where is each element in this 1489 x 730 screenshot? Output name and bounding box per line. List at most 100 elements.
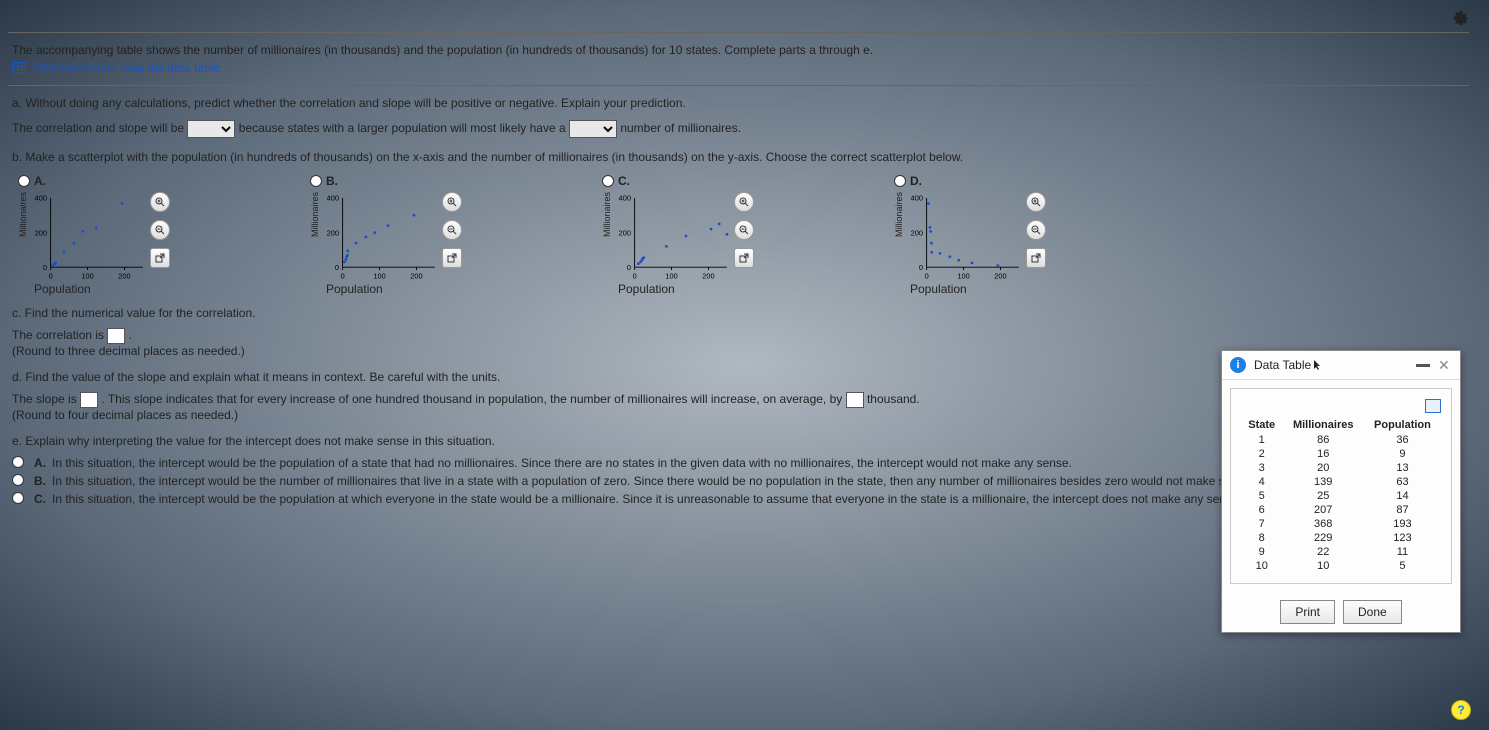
cell-state: 1 — [1241, 433, 1282, 447]
cell-state: 9 — [1241, 545, 1282, 559]
option-e-b-radio[interactable] — [12, 474, 24, 486]
svg-text:200: 200 — [327, 228, 339, 237]
option-B-label: B. — [326, 174, 338, 188]
cursor-icon — [1313, 359, 1325, 371]
table-row: 2169 — [1241, 447, 1441, 461]
y-axis-label: Millionaires — [602, 192, 612, 237]
table-row: 32013 — [1241, 461, 1441, 475]
svg-text:200: 200 — [702, 271, 714, 280]
cell-mill: 368 — [1282, 517, 1363, 531]
info-icon: i — [1230, 357, 1246, 373]
table-row: 413963 — [1241, 475, 1441, 489]
option-B-radio[interactable] — [310, 175, 322, 187]
y-axis-label: Millionaires — [894, 192, 904, 237]
option-D-radio[interactable] — [894, 175, 906, 187]
scatterplot-D: 400 200 0 0 100 200 — [910, 192, 1020, 282]
svg-text:100: 100 — [373, 271, 385, 280]
part-a-s1: The correlation and slope will be — [12, 121, 184, 135]
svg-text:200: 200 — [911, 228, 923, 237]
col-state: State — [1241, 417, 1282, 433]
cell-mill: 22 — [1282, 545, 1363, 559]
option-e-b-text: In this situation, the intercept would b… — [52, 474, 1254, 488]
table-row: 18636 — [1241, 433, 1441, 447]
table-icon — [12, 62, 26, 74]
part-d-s3: thousand. — [867, 392, 920, 406]
part-d-s1: The slope is — [12, 392, 77, 406]
slope-input[interactable] — [80, 392, 98, 408]
print-button[interactable]: Print — [1280, 600, 1335, 624]
data-table-link[interactable]: Click the icon to view the data table. — [12, 57, 1465, 75]
cell-pop: 9 — [1364, 447, 1441, 461]
option-e-a-label: A. — [34, 456, 46, 470]
option-D-label: D. — [910, 174, 922, 188]
svg-text:100: 100 — [665, 271, 677, 280]
cell-pop: 193 — [1364, 517, 1441, 531]
popup-title: Data Table — [1254, 358, 1311, 372]
option-C-radio[interactable] — [602, 175, 614, 187]
cell-pop: 36 — [1364, 433, 1441, 447]
part-a-prompt: a. Without doing any calculations, predi… — [12, 96, 1465, 110]
option-C-label: C. — [618, 174, 630, 188]
cell-state: 10 — [1241, 559, 1282, 573]
cell-mill: 207 — [1282, 503, 1363, 517]
svg-text:0: 0 — [49, 271, 53, 280]
option-e-a-text: In this situation, the intercept would b… — [52, 456, 1072, 470]
svg-text:200: 200 — [619, 228, 631, 237]
table-row: 7368193 — [1241, 517, 1441, 531]
cell-mill: 86 — [1282, 433, 1363, 447]
part-c-prompt: c. Find the numerical value for the corr… — [12, 306, 1465, 320]
option-e-c-radio[interactable] — [12, 492, 24, 504]
svg-text:0: 0 — [925, 271, 929, 280]
cell-pop: 87 — [1364, 503, 1441, 517]
part-b-prompt: b. Make a scatterplot with the populatio… — [12, 150, 1465, 164]
scatterplot-B: 400 200 0 0 100 200 — [326, 192, 436, 282]
svg-text:400: 400 — [911, 194, 923, 203]
cell-state: 2 — [1241, 447, 1282, 461]
cell-mill: 25 — [1282, 489, 1363, 503]
table-row: 8229123 — [1241, 531, 1441, 545]
svg-text:200: 200 — [35, 228, 47, 237]
svg-text:0: 0 — [335, 263, 339, 272]
cell-pop: 5 — [1364, 559, 1441, 573]
svg-text:100: 100 — [81, 271, 93, 280]
svg-text:0: 0 — [919, 263, 923, 272]
svg-text:400: 400 — [619, 194, 631, 203]
cell-mill: 10 — [1282, 559, 1363, 573]
svg-text:0: 0 — [627, 263, 631, 272]
cell-state: 8 — [1241, 531, 1282, 545]
part-a-s3: number of millionaires. — [620, 121, 741, 135]
done-button[interactable]: Done — [1343, 600, 1402, 624]
option-e-a-radio[interactable] — [12, 456, 24, 468]
table-row: 620787 — [1241, 503, 1441, 517]
correlation-sign-select[interactable] — [187, 120, 235, 138]
svg-text:0: 0 — [633, 271, 637, 280]
svg-text:0: 0 — [341, 271, 345, 280]
close-button[interactable]: ✕ — [1438, 358, 1452, 372]
cell-pop: 13 — [1364, 461, 1441, 475]
svg-text:400: 400 — [327, 194, 339, 203]
correlation-input[interactable] — [107, 328, 125, 344]
table-row: 52514 — [1241, 489, 1441, 503]
minimize-button[interactable] — [1416, 364, 1430, 367]
table-row: 92211 — [1241, 545, 1441, 559]
cell-mill: 16 — [1282, 447, 1363, 461]
data-table-link-label: Click the icon to view the data table. — [32, 61, 223, 75]
increase-input[interactable] — [846, 392, 864, 408]
cell-pop: 11 — [1364, 545, 1441, 559]
y-axis-label: Millionaires — [18, 192, 28, 237]
option-e-b-label: B. — [34, 474, 46, 488]
fullscreen-button[interactable] — [1425, 399, 1441, 413]
cell-mill: 20 — [1282, 461, 1363, 475]
cell-state: 6 — [1241, 503, 1282, 517]
cell-pop: 123 — [1364, 531, 1441, 545]
cell-state: 7 — [1241, 517, 1282, 531]
gear-icon[interactable] — [1453, 10, 1469, 26]
cell-mill: 139 — [1282, 475, 1363, 489]
number-select[interactable] — [569, 120, 617, 138]
cell-state: 4 — [1241, 475, 1282, 489]
option-A-radio[interactable] — [18, 175, 30, 187]
data-table-popup: i Data Table ✕ State Millionaires Popula… — [1221, 350, 1461, 633]
help-button[interactable]: ? — [1451, 700, 1471, 720]
cell-pop: 14 — [1364, 489, 1441, 503]
y-axis-label: Millionaires — [310, 192, 320, 237]
